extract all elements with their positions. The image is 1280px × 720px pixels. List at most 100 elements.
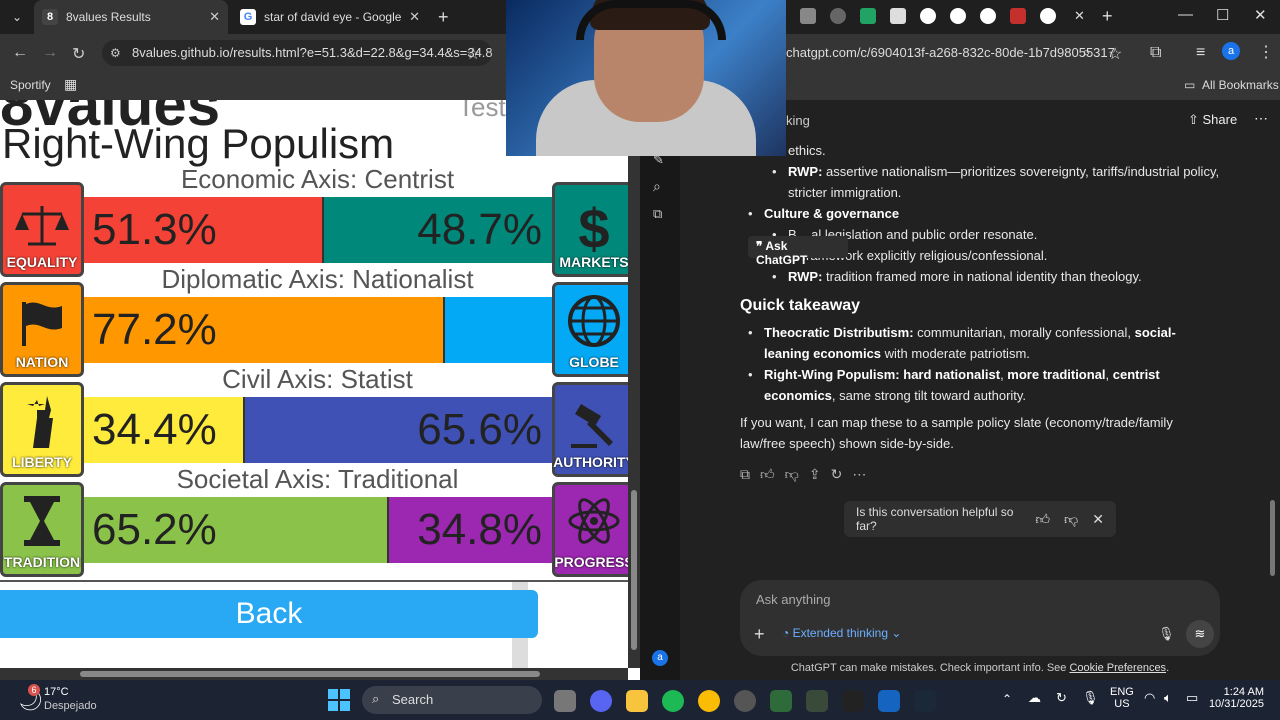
more-icon[interactable]: ⋯: [852, 466, 866, 483]
microphone-icon[interactable]: 🎙︎: [1158, 626, 1175, 642]
tab-favicon-icon[interactable]: [830, 8, 846, 24]
cookie-preferences-link[interactable]: Cookie Preferences: [1069, 662, 1166, 674]
search-icon[interactable]: ⌕: [1082, 44, 1091, 62]
google-tab-icon[interactable]: [920, 8, 936, 24]
youtube-tab-icon[interactable]: [1010, 8, 1026, 24]
bookmark-star-icon[interactable]: ☆: [1108, 44, 1122, 64]
volume-icon[interactable]: 🔈︎: [1164, 690, 1172, 706]
site-info-icon[interactable]: ⚙: [110, 46, 121, 60]
bookmark-sportify[interactable]: Sportify: [10, 78, 51, 92]
minimize-icon[interactable]: —: [1178, 6, 1193, 23]
close-tab-icon[interactable]: ✕: [209, 9, 220, 25]
more-menu-icon[interactable]: ⋮: [1258, 42, 1274, 62]
tab-google-search[interactable]: G star of david eye - Google Sear ✕: [232, 0, 428, 34]
weather-condition[interactable]: Despejado: [44, 700, 97, 712]
file-explorer-icon[interactable]: [626, 690, 648, 712]
thumbs-up-icon[interactable]: 👍︎: [760, 466, 775, 483]
close-tab-icon[interactable]: ✕: [1074, 8, 1085, 24]
clock[interactable]: 1:24 AM 10/31/2025: [1208, 686, 1264, 710]
scroll-thumb[interactable]: [631, 490, 637, 650]
chrome-icon[interactable]: [698, 690, 720, 712]
date: 10/31/2025: [1208, 698, 1264, 710]
user-avatar[interactable]: a: [652, 650, 668, 666]
media-control-icon[interactable]: ≡: [1196, 44, 1205, 62]
cloud-icon[interactable]: ☁: [1028, 690, 1041, 706]
temperature[interactable]: 17°C: [44, 686, 69, 698]
task-view-icon[interactable]: [554, 690, 576, 712]
spotify-icon[interactable]: [662, 690, 684, 712]
left-horizontal-scrollbar[interactable]: [0, 668, 628, 680]
chevron-up-icon[interactable]: ⌃: [1002, 692, 1012, 706]
taskbar-search[interactable]: ⌕ Search: [362, 686, 542, 714]
steam-icon[interactable]: [914, 690, 936, 712]
ask-chatgpt-popup[interactable]: ❞ Ask ChatGPT: [748, 236, 848, 267]
battery-icon[interactable]: ▭: [1186, 690, 1198, 706]
bookmark-star-icon[interactable]: ☆: [466, 44, 480, 64]
model-selector[interactable]: king: [786, 113, 810, 128]
all-bookmarks-link[interactable]: All Bookmarks: [1202, 78, 1279, 92]
calendar-tab-icon[interactable]: [890, 8, 906, 24]
message-input[interactable]: Ask anything: [756, 592, 830, 607]
tab-list-chevron-icon[interactable]: ⌄: [4, 0, 28, 34]
discord-icon[interactable]: [590, 690, 612, 712]
feedback-prompt: Is this conversation helpful so far? 👍︎ …: [844, 501, 1116, 537]
copy-icon[interactable]: ⧉: [740, 466, 750, 483]
windows-taskbar: 🌙︎ 6 17°C Despejado ⌕ Search ⌃ ☁ ↻ 🎙︎ EN…: [0, 680, 1280, 720]
app-icon[interactable]: [734, 690, 756, 712]
google-tab-icon[interactable]: [950, 8, 966, 24]
chatgpt-sidebar-rail: ✎ ⌕ ⧉ a: [640, 140, 680, 680]
windows-start-icon[interactable]: [328, 689, 350, 711]
tab-8values[interactable]: 8 8values Results ✕: [34, 0, 228, 34]
gavel-icon: AUTHORITY: [552, 382, 628, 477]
close-icon[interactable]: ✕: [1092, 511, 1104, 528]
more-options-icon[interactable]: ⋯: [1254, 110, 1268, 127]
atom-icon: PROGRESS: [552, 482, 628, 577]
extensions-icon[interactable]: ⧉: [1150, 44, 1161, 62]
wifi-icon[interactable]: ◠: [1144, 690, 1155, 706]
text-line: ethics.: [788, 143, 826, 158]
share-button[interactable]: ⇧ Share: [1188, 112, 1237, 128]
voice-mode-icon[interactable]: ≋: [1186, 620, 1214, 648]
8values-favicon-icon: 8: [42, 9, 58, 25]
maximize-icon[interactable]: ☐: [1216, 6, 1229, 24]
close-tab-icon[interactable]: ✕: [409, 9, 420, 25]
sheets-tab-icon[interactable]: [860, 8, 876, 24]
sync-icon[interactable]: ↻: [1056, 690, 1067, 706]
profile-avatar[interactable]: a: [1222, 42, 1240, 60]
thumbs-down-icon[interactable]: 👎︎: [785, 466, 799, 483]
library-icon[interactable]: ⧉: [653, 206, 662, 222]
divider: [0, 580, 628, 582]
new-tab-plus-icon[interactable]: +: [1102, 6, 1113, 27]
reload-icon[interactable]: ↻: [72, 44, 85, 64]
authority-label: AUTHORITY: [553, 454, 628, 470]
back-arrow-icon[interactable]: ←: [12, 44, 28, 62]
apps-grid-icon[interactable]: ▦: [64, 76, 77, 93]
plus-icon[interactable]: +: [754, 624, 765, 645]
new-tab-plus-icon[interactable]: +: [430, 0, 457, 34]
search-icon[interactable]: ⌕: [653, 178, 661, 195]
tab-favicon-icon[interactable]: [800, 8, 816, 24]
scroll-thumb[interactable]: [80, 671, 540, 677]
google-tab-icon[interactable]: [1040, 8, 1056, 24]
language-indicator[interactable]: ENG US: [1110, 686, 1134, 710]
share-icon[interactable]: ⇪: [809, 466, 821, 483]
thumbs-down-icon[interactable]: 👎︎: [1064, 511, 1078, 528]
forward-arrow-icon[interactable]: →: [42, 44, 58, 62]
right-scrollbar[interactable]: [1268, 140, 1278, 580]
thumbs-up-icon[interactable]: 👍︎: [1035, 511, 1050, 528]
liberty-bar: 34.4%: [84, 397, 245, 463]
scroll-thumb[interactable]: [1270, 500, 1275, 576]
google-tab-icon[interactable]: [980, 8, 996, 24]
regenerate-icon[interactable]: ↻: [831, 466, 843, 483]
app-icon[interactable]: [878, 690, 900, 712]
back-button[interactable]: Back: [0, 590, 538, 638]
url-field[interactable]: chatgpt.com/c/6904013f-a268-832c-80de-1b…: [786, 45, 1115, 60]
capcut-icon[interactable]: [842, 690, 864, 712]
extended-thinking-toggle[interactable]: ◔ Extended thinking ⌄: [782, 626, 901, 640]
microphone-icon[interactable]: 🎙︎: [1082, 690, 1099, 706]
left-vertical-scrollbar[interactable]: [628, 100, 640, 668]
app-icon[interactable]: [770, 690, 792, 712]
url-field[interactable]: 8values.github.io/results.html?e=51.3&d=…: [102, 40, 492, 66]
window-close-icon[interactable]: ✕: [1254, 6, 1267, 24]
app-icon[interactable]: [806, 690, 828, 712]
